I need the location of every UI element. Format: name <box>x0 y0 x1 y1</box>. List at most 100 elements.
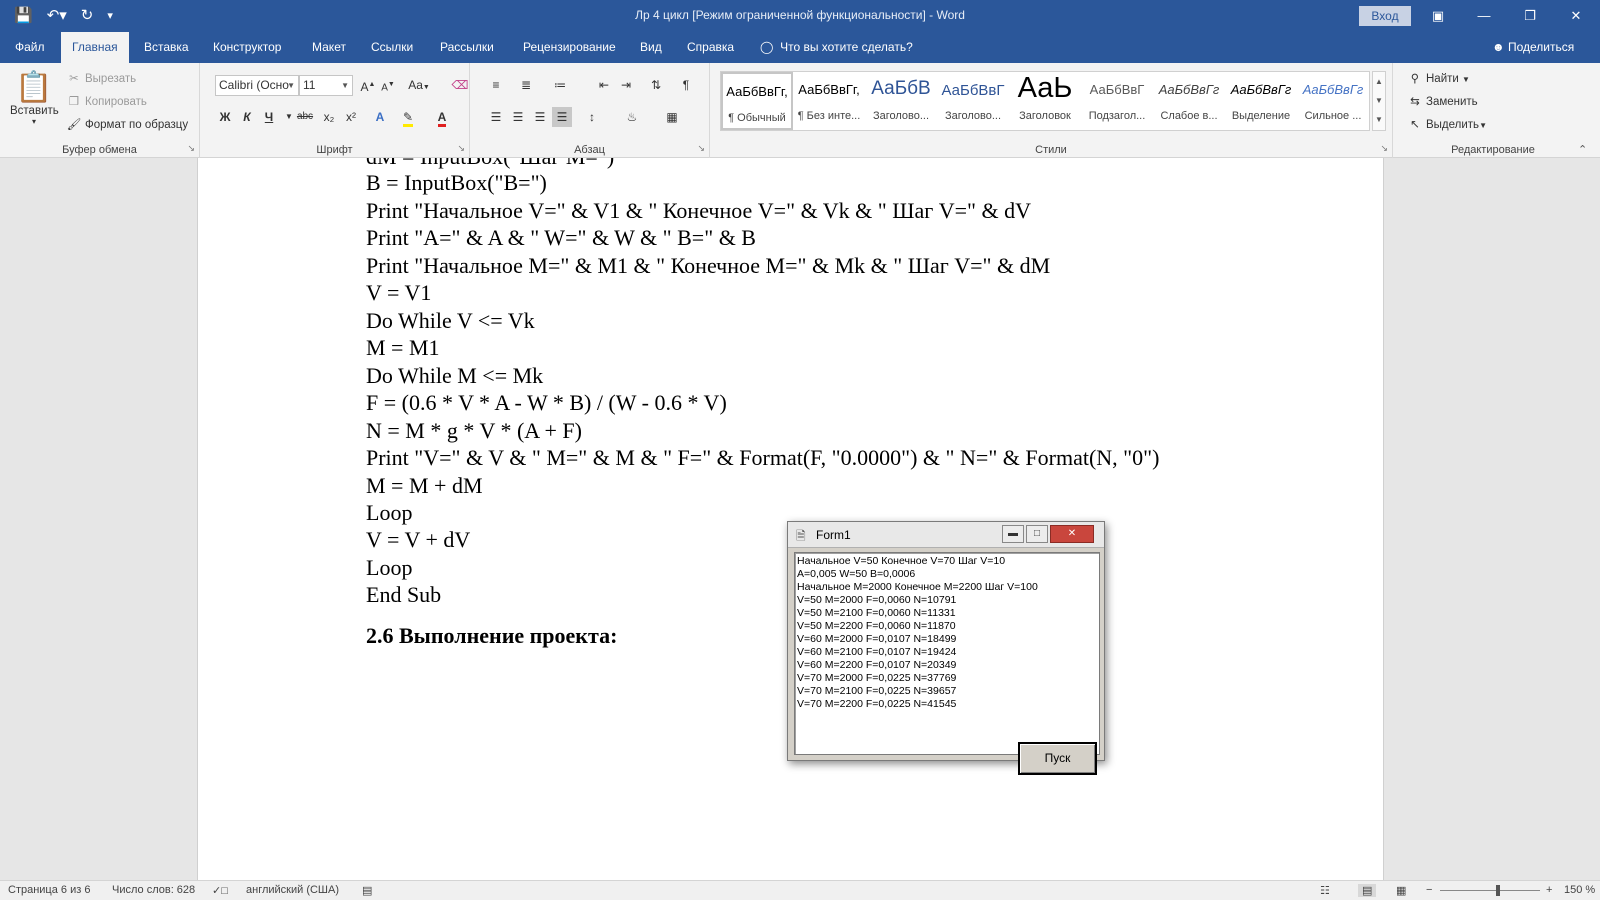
print-layout-icon[interactable]: ▤ <box>1358 884 1377 897</box>
tab-help[interactable]: Справка <box>676 32 745 63</box>
sign-in-button[interactable]: Вход <box>1359 6 1411 26</box>
document-page[interactable]: dM = InputBox("Шаг M=") B = InputBox("B=… <box>197 158 1384 880</box>
tab-layout[interactable]: Макет <box>301 32 357 63</box>
restore-icon[interactable]: ❐ <box>1507 0 1553 32</box>
find-button[interactable]: ⚲ Найти ▼ <box>1407 71 1470 85</box>
font-family-box[interactable]: Calibri (Осно ▼ <box>215 75 299 96</box>
style-heading-1[interactable]: АаБбВ Заголово... <box>865 72 937 130</box>
line-spacing-icon[interactable]: ↕ <box>582 107 602 127</box>
minimize-icon[interactable]: ▬ <box>1002 525 1024 543</box>
tell-me-search[interactable]: ◯ Что вы хотите сделать? <box>760 32 913 63</box>
style-name: ¶ Обычный <box>728 112 786 124</box>
dialog-launcher-icon[interactable]: ↘ <box>187 143 195 154</box>
tab-design[interactable]: Конструктор <box>202 32 292 63</box>
borders-icon[interactable]: ▦ <box>662 107 682 127</box>
pilcrow-icon[interactable]: ¶ <box>676 75 696 95</box>
shrink-font-icon[interactable]: A▼ <box>378 75 398 95</box>
ribbon-display-options-icon[interactable]: ▣ <box>1415 0 1461 32</box>
collapse-ribbon-icon[interactable]: ⌃ <box>1578 143 1587 156</box>
italic-button[interactable]: К <box>237 107 257 127</box>
bullets-icon[interactable]: ≡ <box>486 75 506 95</box>
list-item: A=0,005 W=50 B=0,0006 <box>797 568 916 580</box>
underline-button[interactable]: Ч <box>259 107 279 127</box>
shading-icon[interactable]: ♨ <box>622 107 642 127</box>
zoom-slider[interactable] <box>1440 890 1540 891</box>
align-left-icon[interactable]: ☰ <box>486 107 506 127</box>
align-center-icon[interactable]: ☰ <box>508 107 528 127</box>
paste-button[interactable]: 📋 Вставить ▾ <box>10 71 59 126</box>
format-painter-button[interactable]: 🖌 Формат по образцу <box>66 117 188 131</box>
more-styles-icon[interactable]: ▼ <box>1373 110 1385 129</box>
copy-button[interactable]: ❐ Копировать <box>66 94 147 108</box>
tab-home[interactable]: Главная <box>61 32 129 63</box>
zoom-slider-thumb[interactable] <box>1496 885 1500 896</box>
style-intense-emphasis[interactable]: АаБбВвГг Сильное ... <box>1297 72 1369 130</box>
chevron-down-icon[interactable]: ▼ <box>1373 91 1385 110</box>
grow-font-icon[interactable]: A▲ <box>358 75 378 95</box>
chevron-up-icon[interactable]: ▲ <box>1373 72 1385 91</box>
zoom-level[interactable]: 150 % <box>1564 884 1595 896</box>
zoom-out-button[interactable]: − <box>1426 884 1432 896</box>
tab-insert[interactable]: Вставка <box>133 32 200 63</box>
code-line: Loop <box>366 555 413 580</box>
macro-icon[interactable]: ▤ <box>362 884 372 897</box>
start-button[interactable]: Пуск <box>1018 742 1097 775</box>
numbering-icon[interactable]: ≣ <box>516 75 536 95</box>
dialog-launcher-icon[interactable]: ↘ <box>457 143 465 154</box>
dialog-launcher-icon[interactable]: ↘ <box>697 143 705 154</box>
tab-review[interactable]: Рецензирование <box>512 32 627 63</box>
style-subtle-emphasis[interactable]: АаБбВвГг Слабое в... <box>1153 72 1225 130</box>
superscript-button[interactable]: x² <box>341 107 361 127</box>
tab-references[interactable]: Ссылки <box>360 32 424 63</box>
close-icon[interactable]: ✕ <box>1050 525 1094 543</box>
output-listbox[interactable]: Начальное V=50 Конечное V=70 Шаг V=10 A=… <box>794 552 1100 775</box>
justify-icon[interactable]: ☰ <box>552 107 572 127</box>
style-preview: АаЬ <box>1017 72 1073 104</box>
font-size-box[interactable]: 11 ▼ <box>299 75 353 96</box>
replace-button[interactable]: ⇆ Заменить <box>1407 94 1478 108</box>
bold-button[interactable]: Ж <box>215 107 235 127</box>
chevron-down-icon: ▾ <box>31 117 36 126</box>
styles-scroll[interactable]: ▲ ▼ ▼ <box>1372 71 1386 131</box>
close-icon[interactable]: ✕ <box>1553 0 1599 32</box>
style-title[interactable]: АаЬ Заголовок <box>1009 72 1081 130</box>
maximize-icon[interactable]: □ <box>1026 525 1048 543</box>
change-case-button[interactable]: Aa▼ <box>406 75 432 95</box>
highlight-icon[interactable]: ✎ <box>398 107 418 127</box>
cut-button[interactable]: ✂ Вырезать <box>66 71 136 85</box>
multilevel-list-icon[interactable]: ≔ <box>550 75 570 95</box>
form1-titlebar[interactable]: 🗎 Form1 ▬ □ ✕ <box>788 522 1104 548</box>
clipboard-group-label: Буфер обмена <box>62 144 137 156</box>
clear-formatting-icon[interactable]: ⌫ <box>450 75 470 95</box>
subscript-button[interactable]: x₂ <box>319 107 339 127</box>
share-button[interactable]: ☻ Поделиться <box>1492 32 1574 63</box>
increase-indent-icon[interactable]: ⇥ <box>616 75 636 95</box>
text-effects-icon[interactable]: A <box>370 107 390 127</box>
tab-mailings[interactable]: Рассылки <box>429 32 505 63</box>
page-count[interactable]: Страница 6 из 6 <box>8 884 90 896</box>
font-group-label: Шрифт <box>316 144 353 156</box>
word-count[interactable]: Число слов: 628 <box>112 884 195 896</box>
proofing-icon[interactable]: ✓□ <box>212 884 228 897</box>
web-layout-icon[interactable]: ▦ <box>1396 884 1406 897</box>
select-button[interactable]: ↖ Выделить▼ <box>1407 117 1487 131</box>
style-no-spacing[interactable]: АаБбВвГг, ¶ Без инте... <box>793 72 865 130</box>
zoom-in-button[interactable]: + <box>1546 884 1552 896</box>
language-indicator[interactable]: английский (США) <box>246 884 339 896</box>
style-emphasis[interactable]: АаБбВвГг Выделение <box>1225 72 1297 130</box>
align-right-icon[interactable]: ☰ <box>530 107 550 127</box>
strikethrough-button[interactable]: abc <box>293 107 317 127</box>
format-painter-label: Формат по образцу <box>85 119 189 131</box>
style-subtitle[interactable]: АаБбВвГ Подзагол... <box>1081 72 1153 130</box>
tab-view[interactable]: Вид <box>629 32 673 63</box>
tell-me-label: Что вы хотите сделать? <box>780 40 913 54</box>
decrease-indent-icon[interactable]: ⇤ <box>594 75 614 95</box>
sort-icon[interactable]: ⇅ <box>646 75 666 95</box>
style-heading-2[interactable]: АаБбВвГ Заголово... <box>937 72 1009 130</box>
minimize-icon[interactable]: — <box>1461 0 1507 32</box>
font-color-icon[interactable]: A <box>432 107 452 127</box>
read-mode-icon[interactable]: ☷ <box>1320 884 1330 897</box>
tab-file[interactable]: Файл <box>4 32 56 63</box>
dialog-launcher-icon[interactable]: ↘ <box>1380 143 1388 154</box>
style-normal[interactable]: АаБбВвГг, ¶ Обычный <box>721 72 793 130</box>
